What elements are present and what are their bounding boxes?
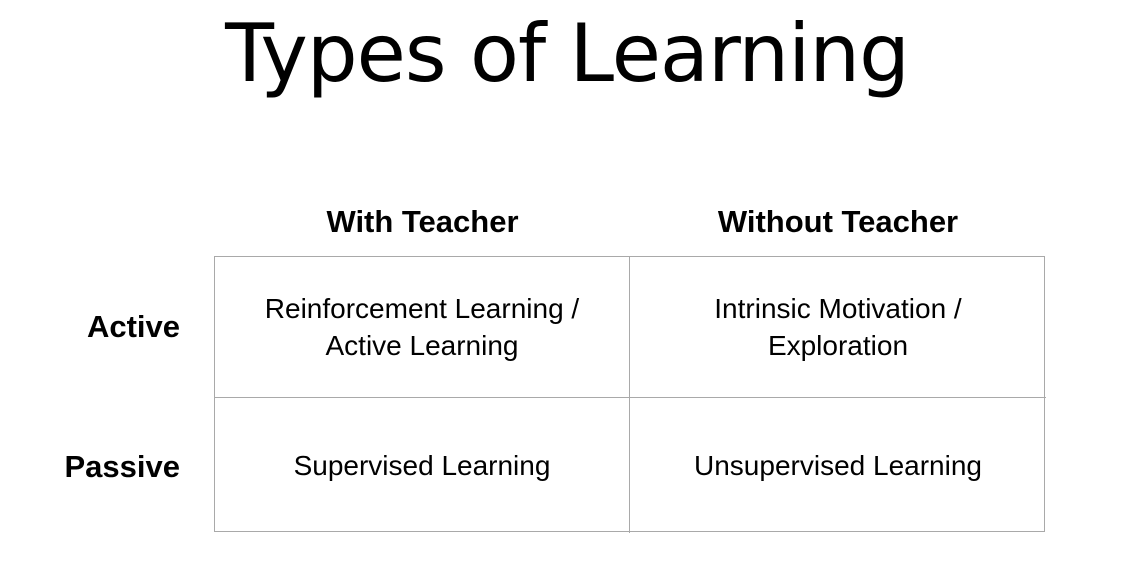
cell-text: Reinforcement Learning / Active Learning bbox=[264, 293, 580, 361]
cell-active-without-teacher: Intrinsic Motivation / Exploration bbox=[630, 257, 1046, 398]
cell-text: Unsupervised Learning bbox=[694, 450, 982, 481]
row-header-passive: Passive bbox=[64, 449, 181, 484]
cell-text: Supervised Learning bbox=[293, 450, 551, 481]
slide-title: Types of Learning bbox=[225, 7, 910, 100]
column-header-with-teacher: With Teacher bbox=[326, 204, 519, 239]
cell-text: Intrinsic Motivation / Exploration bbox=[714, 293, 962, 361]
cell-passive-with-teacher: Supervised Learning bbox=[215, 398, 630, 533]
column-header-without-teacher: Without Teacher bbox=[717, 204, 959, 239]
cell-active-with-teacher: Reinforcement Learning / Active Learning bbox=[215, 257, 630, 398]
row-header-active: Active bbox=[86, 309, 180, 344]
learning-types-grid: Reinforcement Learning / Active Learning… bbox=[214, 256, 1046, 533]
cell-passive-without-teacher: Unsupervised Learning bbox=[630, 398, 1046, 533]
